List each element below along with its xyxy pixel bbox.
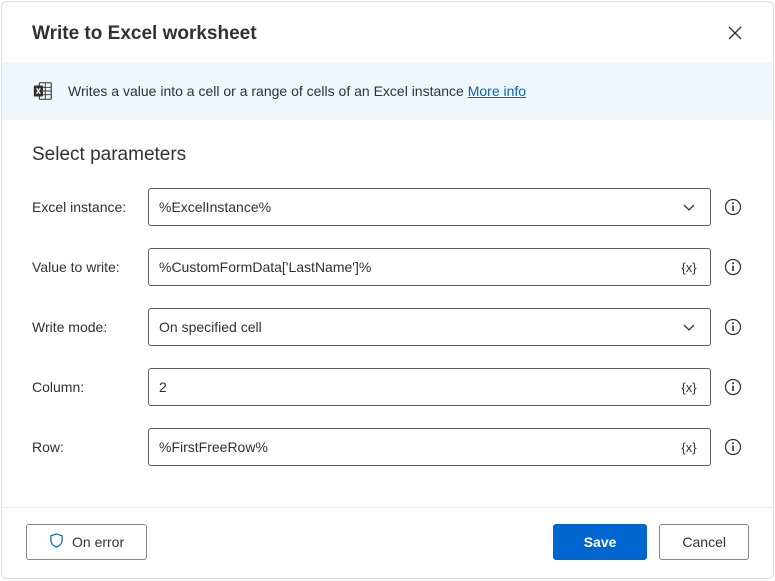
row-excel-instance: Excel instance: %ExcelInstance% xyxy=(32,188,743,226)
row-row: Row: {x} xyxy=(32,428,743,466)
excel-instance-select[interactable]: %ExcelInstance% xyxy=(148,188,711,226)
label-excel-instance: Excel instance: xyxy=(32,199,148,215)
help-icon[interactable] xyxy=(723,437,743,457)
more-info-link[interactable]: More info xyxy=(468,83,526,99)
save-label: Save xyxy=(584,534,617,550)
row-column: Column: {x} xyxy=(32,368,743,406)
section-title: Select parameters xyxy=(32,144,743,166)
label-write-mode: Write mode: xyxy=(32,319,148,335)
excel-instance-value: %ExcelInstance% xyxy=(159,199,678,215)
help-icon[interactable] xyxy=(723,257,743,277)
cancel-button[interactable]: Cancel xyxy=(659,524,749,560)
write-mode-value: On specified cell xyxy=(159,319,678,335)
info-banner: Writes a value into a cell or a range of… xyxy=(2,62,773,120)
cancel-label: Cancel xyxy=(682,534,726,550)
label-row: Row: xyxy=(32,439,148,455)
excel-icon xyxy=(32,80,54,102)
write-mode-select[interactable]: On specified cell xyxy=(148,308,711,346)
help-icon[interactable] xyxy=(723,377,743,397)
column-input[interactable]: {x} xyxy=(148,368,711,406)
close-icon xyxy=(728,26,742,43)
dialog-footer: On error Save Cancel xyxy=(2,507,773,578)
variable-picker-icon[interactable]: {x} xyxy=(678,436,700,458)
row-write-mode: Write mode: On specified cell xyxy=(32,308,743,346)
row-value-to-write: Value to write: {x} xyxy=(32,248,743,286)
chevron-down-icon xyxy=(678,196,700,218)
row-input[interactable]: {x} xyxy=(148,428,711,466)
chevron-down-icon xyxy=(678,316,700,338)
row-field[interactable] xyxy=(159,439,678,455)
banner-description: Writes a value into a cell or a range of… xyxy=(68,83,464,99)
dialog-header: Write to Excel worksheet xyxy=(2,2,773,62)
dialog: Write to Excel worksheet Writes a value … xyxy=(1,1,774,579)
shield-icon xyxy=(49,533,64,551)
help-icon[interactable] xyxy=(723,317,743,337)
value-to-write-field[interactable] xyxy=(159,259,678,275)
label-value-to-write: Value to write: xyxy=(32,259,148,275)
value-to-write-input[interactable]: {x} xyxy=(148,248,711,286)
variable-picker-icon[interactable]: {x} xyxy=(678,256,700,278)
help-icon[interactable] xyxy=(723,197,743,217)
on-error-button[interactable]: On error xyxy=(26,524,147,560)
column-field[interactable] xyxy=(159,379,678,395)
label-column: Column: xyxy=(32,379,148,395)
close-button[interactable] xyxy=(721,20,749,48)
dialog-title: Write to Excel worksheet xyxy=(32,23,257,45)
on-error-label: On error xyxy=(72,534,124,550)
dialog-content: Select parameters Excel instance: %Excel… xyxy=(2,120,773,507)
save-button[interactable]: Save xyxy=(553,524,648,560)
variable-picker-icon[interactable]: {x} xyxy=(678,376,700,398)
